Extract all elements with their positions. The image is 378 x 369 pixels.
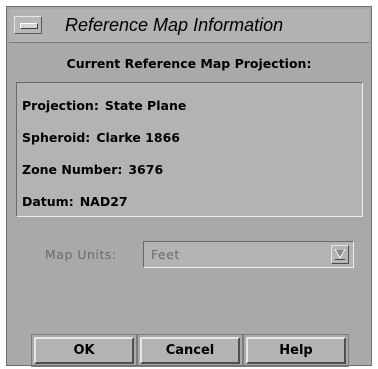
map-units-value: Feet [151,247,180,262]
reference-map-dialog: Reference Map Information Current Refere… [6,6,372,367]
help-button[interactable]: Help [246,337,346,364]
datum-value: NAD27 [79,194,128,209]
zone-number-row: Zone Number: 3676 [22,162,163,177]
zone-number-value: 3676 [128,162,164,177]
cancel-button[interactable]: Cancel [140,337,240,364]
dropdown-arrow-icon[interactable] [331,245,349,264]
projection-value: State Plane [104,98,187,113]
spheroid-label: Spheroid: [22,130,91,145]
spheroid-row: Spheroid: Clarke 1866 [22,130,180,145]
section-heading: Current Reference Map Projection: [66,56,312,71]
title-bar[interactable]: Reference Map Information [9,9,369,43]
spheroid-value: Clarke 1866 [96,130,180,145]
datum-label: Datum: [22,194,74,209]
projection-info-panel: Projection: State Plane Spheroid: Clarke 1… [16,82,363,217]
ok-button[interactable]: OK [34,337,134,364]
projection-row: Projection: State Plane [22,98,186,113]
window-title: Reference Map Information [65,15,284,35]
projection-label: Projection: [22,98,99,113]
window-menu-icon[interactable] [14,16,42,34]
map-units-label: Map Units: [45,247,117,262]
zone-number-label: Zone Number: [22,162,123,177]
datum-row: Datum: NAD27 [22,194,128,209]
map-units-dropdown[interactable]: Feet [143,241,354,268]
